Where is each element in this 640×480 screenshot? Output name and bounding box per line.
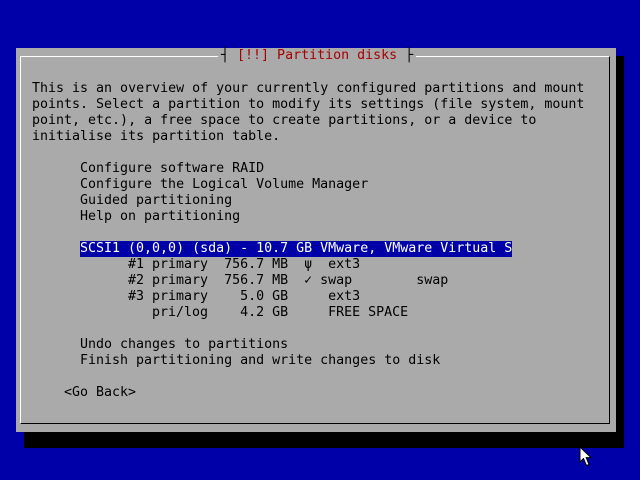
menu-item-help-on-partitioning[interactable]: Help on partitioning [80, 209, 240, 225]
description-line: This is an overview of your currently co… [32, 81, 585, 96]
dialog-title-text: [!!] Partition disks [237, 48, 398, 63]
menu-item-guided-partitioning[interactable]: Guided partitioning [80, 193, 232, 209]
description-line: initialise its partition table. [32, 129, 281, 144]
partition-item-3[interactable]: #3 primary 5.0 GB ext3 [128, 289, 360, 305]
menu-item-configure-lvm[interactable]: Configure the Logical Volume Manager [80, 177, 368, 193]
free-space-item[interactable]: pri/log 4.2 GB FREE SPACE [128, 305, 408, 321]
go-back-button[interactable]: <Go Back> [64, 385, 136, 401]
menu-item-configure-software-raid[interactable]: Configure software RAID [80, 161, 264, 177]
mouse-pointer-icon [579, 446, 593, 467]
description-line: point, etc.), a free space to create par… [32, 113, 537, 128]
partition-disks-dialog: ┤ [!!] Partition disks ├ This is an over… [16, 48, 616, 432]
partition-item-1[interactable]: #1 primary 756.7 MB ψ ext3 [128, 257, 360, 273]
dialog-title: ┤ [!!] Partition disks ├ [218, 48, 417, 64]
description-line: points. Select a partition to modify its… [32, 97, 585, 112]
menu-item-undo-changes[interactable]: Undo changes to partitions [80, 337, 288, 353]
menu-item-finish-partitioning[interactable]: Finish partitioning and write changes to… [80, 353, 440, 369]
disk-item-sda[interactable]: SCSI1 (0,0,0) (sda) - 10.7 GB VMware, VM… [80, 241, 513, 257]
partition-item-2[interactable]: #2 primary 756.7 MB ✓ swap swap [128, 273, 448, 289]
